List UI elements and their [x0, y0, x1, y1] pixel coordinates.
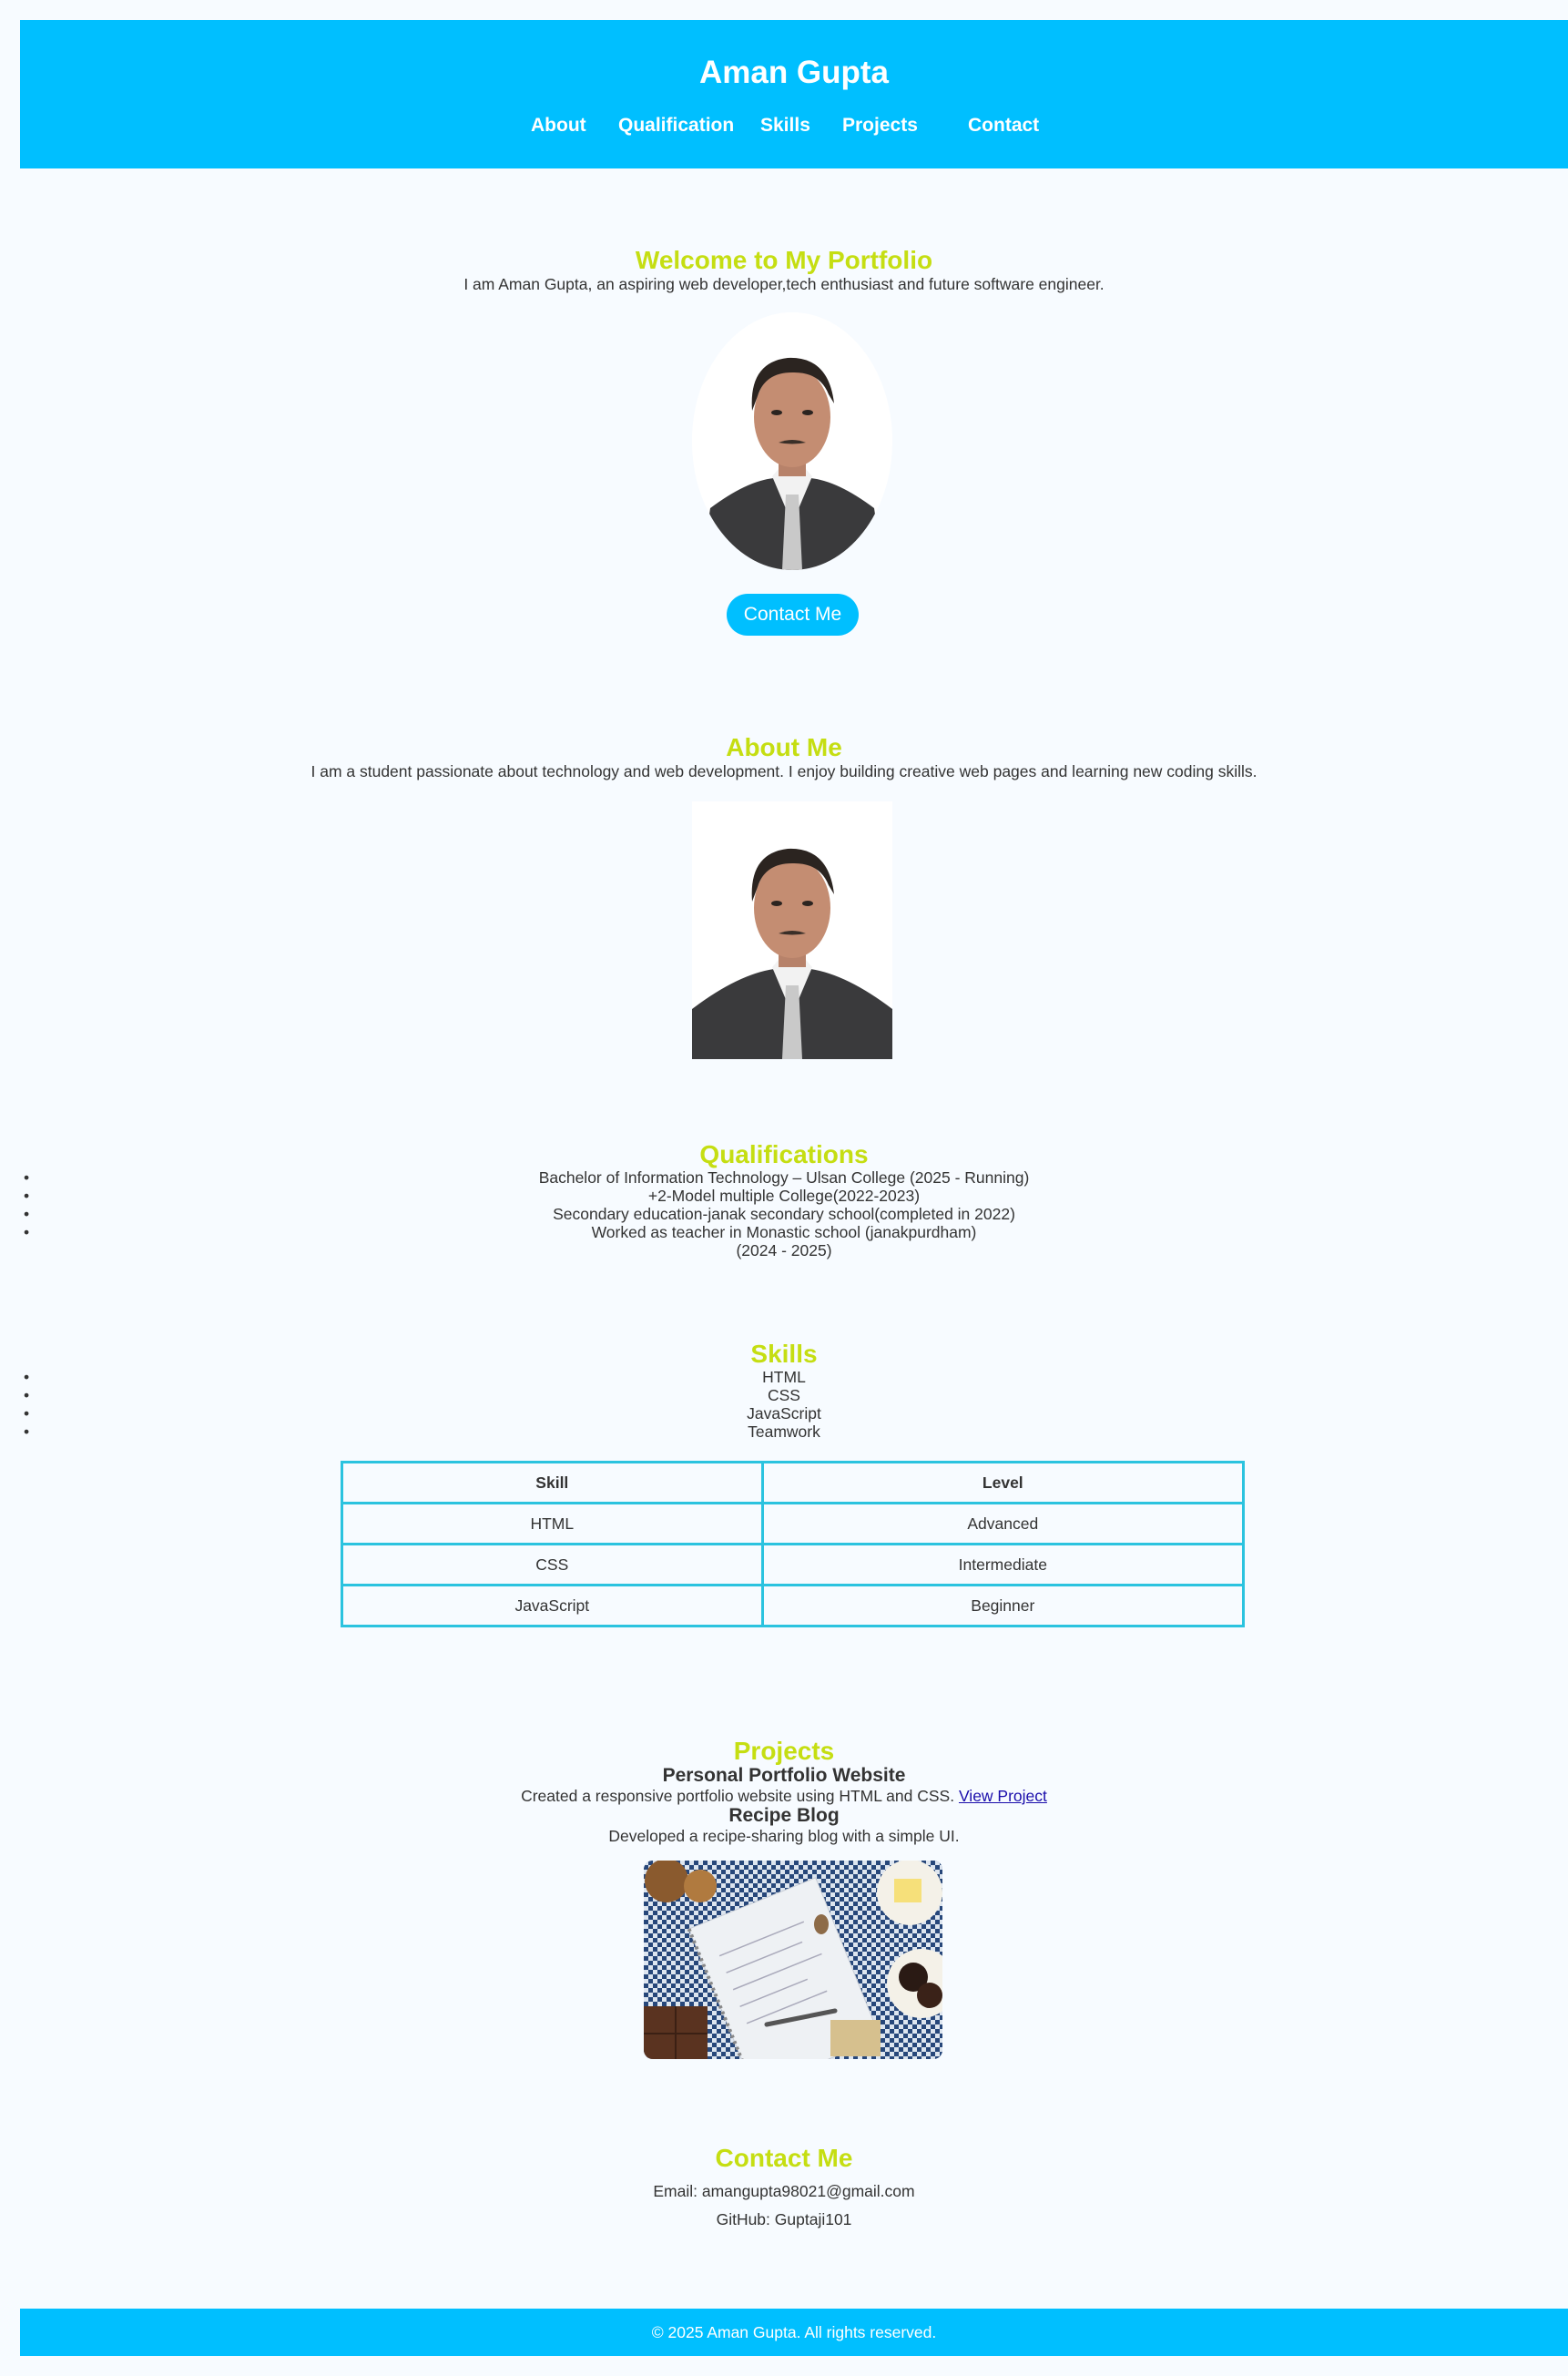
- table-row: HTML Advanced: [341, 1502, 1246, 1545]
- hero-profile-photo: [692, 312, 892, 570]
- about-text: I am a student passionate about technolo…: [311, 762, 1257, 780]
- table-header-skill: Skill: [341, 1461, 764, 1504]
- qualifications-heading: Qualifications: [699, 1140, 869, 1168]
- list-item: • Secondary education-janak secondary sch…: [24, 1205, 1015, 1223]
- list-item: • JavaScript: [24, 1404, 821, 1423]
- skills-table: Skill Level HTML Advanced CSS Intermedia…: [341, 1461, 1246, 1627]
- project-title: Personal Portfolio Website: [662, 1765, 906, 1786]
- nav-about-link[interactable]: About: [531, 115, 586, 137]
- table-header-row: Skill Level: [341, 1461, 1246, 1504]
- nav-contact-link[interactable]: Contact: [968, 115, 1039, 137]
- contact-email: Email: amangupta98021@gmail.com: [653, 2182, 915, 2200]
- table-cell: Intermediate: [760, 1543, 1246, 1586]
- list-item: • HTML: [24, 1368, 806, 1386]
- list-item: • +2-Model multiple College(2022-2023): [24, 1187, 921, 1205]
- list-item: • CSS: [24, 1386, 800, 1404]
- table-cell: CSS: [341, 1543, 764, 1586]
- nav-projects-link[interactable]: Projects: [842, 115, 918, 137]
- recipe-image-icon: [644, 1861, 942, 2059]
- skills-heading: Skills: [750, 1340, 818, 1368]
- project-description: Created a responsive portfolio website u…: [521, 1787, 1047, 1805]
- qualification-extra-line: (2024 - 2025): [736, 1241, 832, 1259]
- list-item: • Teamwork: [24, 1423, 820, 1441]
- nav-qualification-link[interactable]: Qualification: [618, 115, 734, 137]
- about-profile-photo: [692, 801, 892, 1059]
- contact-github: GitHub: Guptaji101: [716, 2210, 852, 2228]
- main-nav: About Qualification Skills Projects Cont…: [20, 115, 1568, 142]
- recipe-blog-image: [644, 1861, 942, 2059]
- table-row: CSS Intermediate: [341, 1543, 1246, 1586]
- table-cell: HTML: [341, 1502, 764, 1545]
- hero-intro: I am Aman Gupta, an aspiring web develop…: [463, 275, 1105, 293]
- table-cell: JavaScript: [341, 1584, 764, 1627]
- site-title: Aman Gupta: [698, 55, 890, 90]
- list-item: • Bachelor of Information Technology – Ul…: [24, 1168, 1030, 1187]
- contact-heading: Contact Me: [715, 2144, 853, 2172]
- table-cell: Beginner: [760, 1584, 1246, 1627]
- site-header: Aman Gupta About Qualification Skills Pr…: [20, 20, 1568, 168]
- project-description: Developed a recipe-sharing blog with a s…: [608, 1827, 960, 1845]
- table-header-level: Level: [760, 1461, 1246, 1504]
- table-row: JavaScript Beginner: [341, 1584, 1246, 1627]
- qualifications-list: • Bachelor of Information Technology – Ul…: [0, 1168, 1568, 1241]
- list-item: • Worked as teacher in Monastic school (j…: [24, 1223, 977, 1241]
- footer-text: © 2025 Aman Gupta. All rights reserved.: [651, 2323, 937, 2341]
- projects-heading: Projects: [733, 1737, 835, 1765]
- profile-photo-icon: [692, 312, 892, 570]
- about-heading: About Me: [726, 733, 842, 761]
- table-cell: Advanced: [760, 1502, 1246, 1545]
- contact-me-button[interactable]: Contact Me: [727, 594, 859, 636]
- profile-photo-icon: [692, 801, 892, 1059]
- hero-heading: Welcome to My Portfolio: [635, 246, 933, 274]
- view-project-link[interactable]: View Project: [959, 1787, 1047, 1805]
- skills-list: • HTML • CSS • JavaScript • Teamwork: [0, 1368, 1568, 1441]
- site-footer: © 2025 Aman Gupta. All rights reserved.: [20, 2309, 1568, 2356]
- nav-skills-link[interactable]: Skills: [760, 115, 810, 137]
- project-title: Recipe Blog: [728, 1805, 840, 1826]
